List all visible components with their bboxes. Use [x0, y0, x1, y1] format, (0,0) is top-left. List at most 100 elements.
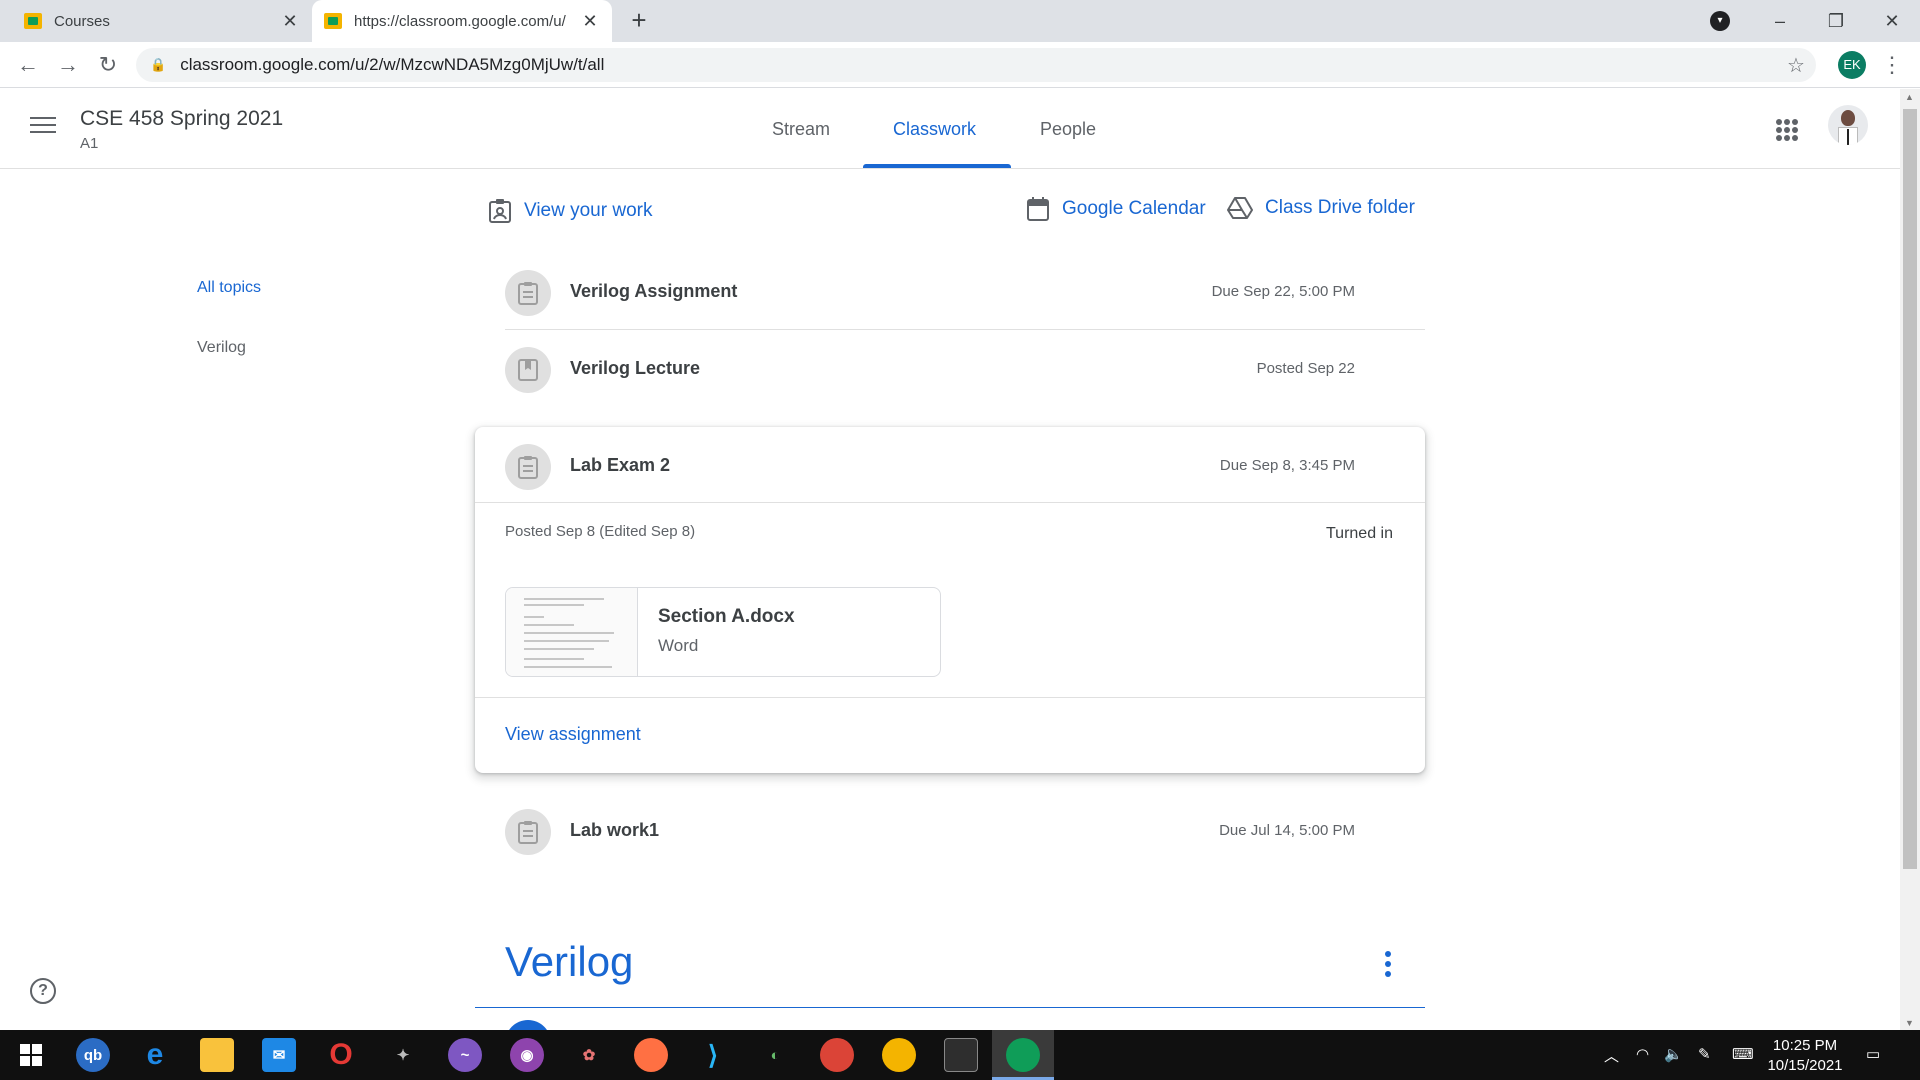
lock-icon: 🔒: [150, 57, 167, 72]
classroom-favicon-icon: [324, 13, 342, 29]
tab-people[interactable]: People: [1040, 119, 1096, 140]
help-icon[interactable]: ?: [30, 978, 56, 1004]
tab-classwork[interactable]: Classwork: [893, 119, 976, 140]
chrome-profile-icon[interactable]: [1006, 1038, 1040, 1072]
tab-search-icon[interactable]: ▾: [1710, 11, 1730, 31]
volume-icon[interactable]: 🔈: [1664, 1045, 1683, 1063]
class-drive-folder-label: Class Drive folder: [1265, 197, 1415, 218]
window-controls: – ❐ ✕: [1752, 0, 1920, 42]
attachment-card[interactable]: Section A.docx Word: [505, 587, 941, 677]
google-apps-icon[interactable]: [1776, 119, 1798, 141]
minimize-button[interactable]: –: [1752, 11, 1808, 32]
item-title: Verilog Lecture: [570, 357, 701, 378]
topic-verilog[interactable]: Verilog: [197, 339, 246, 357]
app-paint-icon[interactable]: ✿: [572, 1038, 606, 1072]
material-icon: [505, 347, 551, 393]
view-your-work-link[interactable]: View your work: [488, 198, 652, 224]
browser-tab-courses[interactable]: Courses ✕: [12, 0, 312, 42]
app-qb-icon[interactable]: qb: [76, 1038, 110, 1072]
attachment-type: Word: [658, 636, 699, 655]
course-section: A1: [80, 135, 99, 152]
tab-title: Courses: [54, 12, 110, 30]
account-avatar[interactable]: [1828, 105, 1868, 145]
vscode-icon[interactable]: ⟩: [696, 1038, 730, 1072]
browser-tab-strip: Courses ✕ https://classroom.google.com/u…: [0, 0, 1920, 42]
scroll-up-icon[interactable]: ▲: [1905, 92, 1914, 102]
browser-tab-classroom[interactable]: https://classroom.google.com/u/ ✕: [312, 0, 612, 42]
forward-arrow-icon[interactable]: →: [52, 50, 84, 82]
notifications-icon[interactable]: ▭: [1866, 1045, 1880, 1063]
address-bar[interactable]: 🔒 classroom.google.com/u/2/w/MzcwNDA5Mzg…: [136, 48, 1816, 82]
classwork-item[interactable]: Lab work1 Due Jul 14, 5:00 PM: [475, 792, 1425, 868]
active-tab-indicator: [863, 164, 1011, 168]
clock-time: 10:25 PM: [1772, 1037, 1838, 1054]
new-tab-button[interactable]: +: [624, 6, 654, 36]
file-explorer-icon[interactable]: [200, 1038, 234, 1072]
screen: Courses ✕ https://classroom.google.com/u…: [0, 0, 1920, 1080]
topic-all-topics[interactable]: All topics: [197, 279, 261, 297]
restore-button[interactable]: ❐: [1808, 11, 1864, 32]
main-menu-icon[interactable]: [30, 117, 56, 137]
github-desktop-icon[interactable]: ◉: [510, 1038, 544, 1072]
scrollbar-thumb[interactable]: [1903, 109, 1917, 869]
assignment-icon: [505, 809, 551, 855]
terminal-icon[interactable]: [944, 1038, 978, 1072]
bookmark-star-icon[interactable]: ☆: [1776, 53, 1816, 78]
reload-icon[interactable]: ↻: [92, 50, 124, 82]
windows-start-icon[interactable]: [14, 1038, 48, 1072]
close-window-button[interactable]: ✕: [1864, 11, 1920, 32]
course-title[interactable]: CSE 458 Spring 2021: [80, 107, 283, 131]
keyboard-icon[interactable]: ⌨: [1732, 1045, 1754, 1063]
browser-menu-icon[interactable]: ⋮: [1880, 52, 1904, 78]
class-drive-folder-link[interactable]: Class Drive folder: [1227, 196, 1415, 220]
back-arrow-icon[interactable]: ←: [12, 50, 44, 82]
item-due-date: Due Sep 22, 5:00 PM: [1211, 282, 1355, 300]
classroom-favicon-icon: [24, 13, 42, 29]
expanded-assignment-card: Lab Exam 2 Due Sep 8, 3:45 PM Posted Sep…: [475, 427, 1425, 773]
close-tab-icon[interactable]: ✕: [280, 11, 300, 32]
chrome-icon[interactable]: [882, 1038, 916, 1072]
item-posted-date: Posted Sep 22: [1256, 359, 1355, 377]
card-divider: [475, 697, 1425, 698]
app-satellite-icon[interactable]: ✦: [386, 1038, 420, 1072]
app-globe-icon[interactable]: ◐: [758, 1038, 792, 1072]
messenger-icon[interactable]: ~: [448, 1038, 482, 1072]
profile-avatar[interactable]: EK: [1838, 51, 1866, 79]
document-thumbnail: [506, 588, 638, 676]
classwork-item[interactable]: Verilog Assignment Due Sep 22, 5:00 PM: [475, 253, 1425, 329]
view-assignment-link[interactable]: View assignment: [505, 724, 641, 745]
posted-date: Posted Sep 8 (Edited Sep 8): [505, 523, 696, 540]
attachment-name: Section A.docx: [658, 606, 795, 627]
page-scrollbar[interactable]: ▲ ▼: [1900, 89, 1920, 1030]
item-due-date: Due Jul 14, 5:00 PM: [1219, 821, 1355, 839]
pen-icon[interactable]: ✎: [1698, 1045, 1711, 1063]
classwork-item[interactable]: Verilog Lecture Posted Sep 22: [475, 330, 1425, 406]
tab-stream[interactable]: Stream: [772, 119, 830, 140]
card-divider: [475, 502, 1425, 503]
view-your-work-label: View your work: [524, 200, 653, 221]
scroll-down-icon[interactable]: ▼: [1905, 1018, 1914, 1028]
mail-icon[interactable]: ✉: [262, 1038, 296, 1072]
google-calendar-link[interactable]: Google Calendar: [1026, 196, 1206, 222]
browser-toolbar: ← → ↻ 🔒 classroom.google.com/u/2/w/MzcwN…: [0, 42, 1920, 88]
item-title: Lab work1: [570, 819, 660, 840]
chrome-icon[interactable]: [820, 1038, 854, 1072]
assignment-ind-icon: [488, 198, 512, 224]
tray-chevron-icon[interactable]: ︿: [1604, 1045, 1619, 1066]
close-tab-icon[interactable]: ✕: [580, 11, 600, 32]
item-title: Verilog Assignment: [570, 280, 738, 301]
topic-section-title: Verilog: [505, 938, 634, 985]
opera-icon[interactable]: O: [324, 1038, 358, 1072]
windows-taskbar: qb e ✉ O ✦ ~ ◉ ✿ ⟩ ◐ ︿ ◠ 🔈 ✎ ⌨ 10:25 PM …: [0, 1030, 1920, 1080]
edge-browser-icon[interactable]: e: [138, 1038, 172, 1072]
item-title: Lab Exam 2: [570, 454, 671, 475]
network-icon[interactable]: ◠: [1636, 1045, 1649, 1063]
calendar-icon: [1026, 196, 1050, 222]
drive-icon: [1227, 196, 1253, 220]
tab-title: https://classroom.google.com/u/: [354, 12, 566, 30]
clock-date: 10/15/2021: [1767, 1057, 1843, 1074]
more-vert-icon[interactable]: [1384, 951, 1392, 977]
system-clock[interactable]: 10:25 PM 10/15/2021: [1755, 1036, 1855, 1076]
classwork-item[interactable]: Lab Exam 2 Due Sep 8, 3:45 PM: [475, 427, 1425, 503]
firefox-icon[interactable]: [634, 1038, 668, 1072]
